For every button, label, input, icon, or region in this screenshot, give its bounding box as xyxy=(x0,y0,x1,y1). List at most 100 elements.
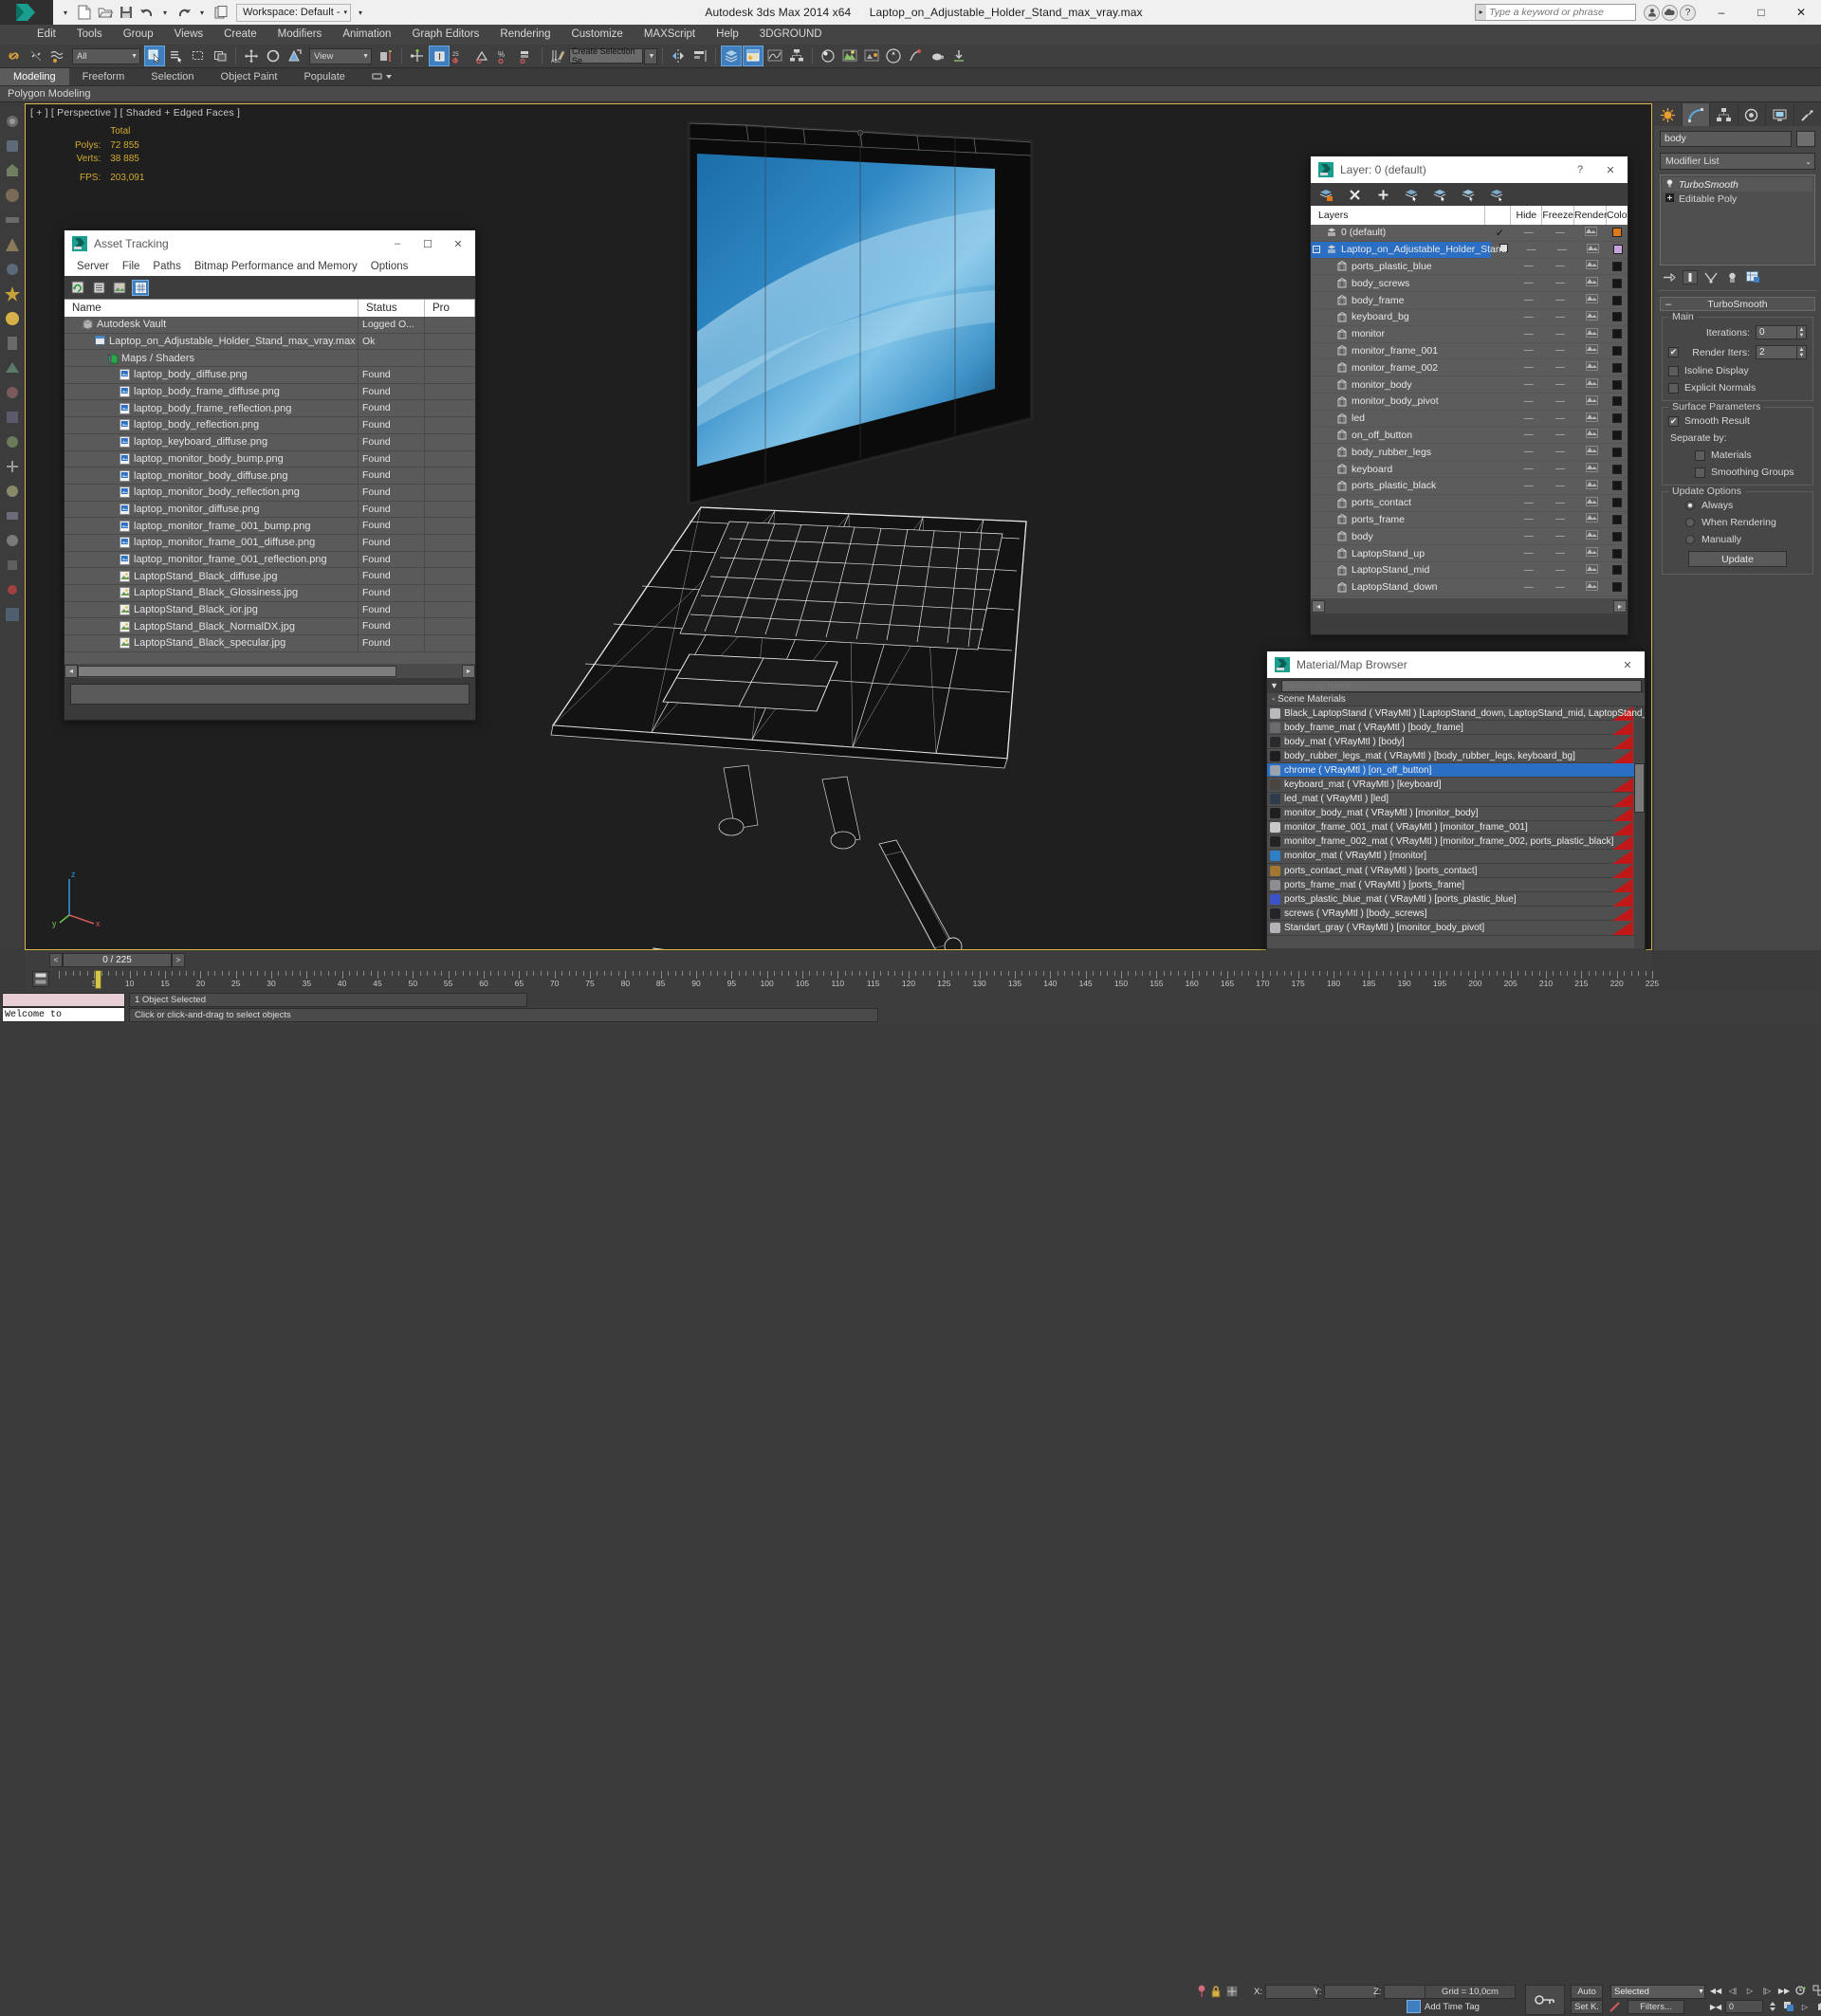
asset-name-cell[interactable]: laptop_monitor_frame_001_bump.png xyxy=(64,518,359,534)
key-mode-toggle-icon[interactable]: ▶◀ xyxy=(1709,2000,1722,2013)
asset-row[interactable]: laptop_body_frame_reflection.pngFound xyxy=(64,400,475,417)
pin-stack-icon[interactable] xyxy=(1662,270,1677,284)
tool-icon-21[interactable] xyxy=(4,606,21,623)
column-progress[interactable]: Pro xyxy=(425,300,475,317)
asset-row[interactable]: laptop_monitor_frame_001_diffuse.pngFoun… xyxy=(64,535,475,552)
layer-row[interactable]: body_screws—— xyxy=(1311,275,1628,292)
object-name-field[interactable]: body xyxy=(1660,131,1792,147)
select-and-manipulate-icon[interactable] xyxy=(407,46,428,66)
layer-hide-cell[interactable]: — xyxy=(1513,396,1544,407)
mirror-icon[interactable] xyxy=(668,46,689,66)
layer-row[interactable]: body_frame—— xyxy=(1311,292,1628,309)
asset-row[interactable]: laptop_monitor_body_bump.pngFound xyxy=(64,451,475,468)
asset-name-cell[interactable]: LaptopStand_Black_Glossiness.jpg xyxy=(64,585,359,601)
layer-freeze-cell[interactable]: — xyxy=(1544,261,1575,271)
layer-color-cell[interactable] xyxy=(1608,329,1628,339)
turbosmooth-rollout-header[interactable]: – TurboSmooth xyxy=(1660,297,1815,311)
layer-row[interactable]: LaptopStand_down—— xyxy=(1311,579,1628,596)
layer-row[interactable]: 0 (default)✓—— xyxy=(1311,225,1628,242)
bind-space-warp-icon[interactable] xyxy=(47,46,68,66)
menu-item-rendering[interactable]: Rendering xyxy=(489,25,561,45)
layer-hide-cell[interactable]: — xyxy=(1517,245,1547,255)
menu-item-customize[interactable]: Customize xyxy=(561,25,633,45)
asset-row[interactable]: laptop_body_frame_diffuse.pngFound xyxy=(64,384,475,401)
render-teapot-icon[interactable] xyxy=(927,46,947,66)
add-layer-icon[interactable] xyxy=(1375,187,1391,203)
layer-render-cell[interactable] xyxy=(1575,260,1607,272)
tool-icon-14[interactable] xyxy=(4,433,21,450)
minimize-button[interactable]: – xyxy=(1701,0,1741,25)
goto-end-icon[interactable]: ▶▶ xyxy=(1777,1984,1791,1997)
layer-name-cell[interactable]: body xyxy=(1311,528,1487,544)
collapse-icon[interactable]: – xyxy=(1313,246,1320,253)
layer-name-cell[interactable]: body_screws xyxy=(1311,275,1487,291)
layer-row[interactable]: body—— xyxy=(1311,528,1628,545)
layer-hide-cell[interactable]: — xyxy=(1513,464,1544,474)
layer-render-cell[interactable] xyxy=(1575,446,1607,458)
asset-menu-paths[interactable]: Paths xyxy=(146,261,187,272)
material-row[interactable]: body_rubber_legs_mat ( VRayMtl ) [body_r… xyxy=(1267,749,1645,763)
smooth-result-checkbox[interactable]: ✔ xyxy=(1668,416,1679,427)
material-row[interactable]: monitor_mat ( VRayMtl ) [monitor] xyxy=(1267,850,1645,864)
search-box[interactable]: ▸ xyxy=(1475,4,1636,21)
select-object-icon[interactable] xyxy=(144,46,165,66)
hscroll-thumb[interactable] xyxy=(78,666,396,677)
select-and-rotate-icon[interactable] xyxy=(263,46,284,66)
layer-hide-cell[interactable]: — xyxy=(1513,582,1544,593)
layer-freeze-cell[interactable]: — xyxy=(1544,514,1575,524)
object-color-swatch[interactable] xyxy=(1796,131,1815,147)
create-new-layer-icon[interactable] xyxy=(1318,187,1334,203)
asset-menu-bitmap-performance-and-memory[interactable]: Bitmap Performance and Memory xyxy=(188,261,364,272)
asset-name-cell[interactable]: LaptopStand_Black_ior.jpg xyxy=(64,602,359,618)
asset-name-cell[interactable]: laptop_body_diffuse.png xyxy=(64,367,359,383)
layer-render-cell[interactable] xyxy=(1575,328,1607,340)
tool-icon-20[interactable] xyxy=(4,581,21,598)
layer-freeze-cell[interactable]: — xyxy=(1544,582,1575,593)
render-iters-stepper[interactable]: ▲▼ xyxy=(1797,345,1807,359)
layer-row[interactable]: body_rubber_legs—— xyxy=(1311,444,1628,461)
asset-row[interactable]: laptop_monitor_body_reflection.pngFound xyxy=(64,485,475,502)
layer-color-cell[interactable] xyxy=(1608,582,1628,592)
named-selection-dropdown[interactable]: ▼ xyxy=(644,48,657,64)
layer-color-cell[interactable] xyxy=(1608,245,1628,254)
column-name[interactable]: Name xyxy=(64,300,359,317)
layer-render-cell[interactable] xyxy=(1575,378,1607,391)
material-row[interactable]: body_mat ( VRayMtl ) [body] xyxy=(1267,735,1645,749)
layer-color-cell[interactable] xyxy=(1608,413,1628,423)
asset-row[interactable]: Autodesk VaultLogged O... xyxy=(64,317,475,334)
qat-overflow-icon[interactable]: ▾ xyxy=(354,9,367,17)
layer-list[interactable]: 0 (default)✓——–Laptop_on_Adjustable_Hold… xyxy=(1311,225,1628,598)
layer-name-cell[interactable]: ports_frame xyxy=(1311,512,1487,528)
tab-hierarchy[interactable] xyxy=(1710,103,1738,126)
layer-render-cell[interactable] xyxy=(1575,227,1607,239)
modifier-list-dropdown[interactable]: Modifier List ⌄ xyxy=(1660,153,1815,170)
layer-hide-cell[interactable]: — xyxy=(1513,413,1544,424)
rectangular-selection-region-icon[interactable] xyxy=(188,46,209,66)
layer-freeze-cell[interactable]: — xyxy=(1544,329,1575,339)
asset-row[interactable]: laptop_body_diffuse.pngFound xyxy=(64,367,475,384)
y-coordinate[interactable]: Y: xyxy=(1314,1985,1377,1999)
scroll-right-icon[interactable]: ▸ xyxy=(462,665,475,678)
material-row[interactable]: chrome ( VRayMtl ) [on_off_button] xyxy=(1267,763,1645,778)
layer-freeze-cell[interactable]: — xyxy=(1544,345,1575,356)
layer-freeze-cell[interactable]: — xyxy=(1544,278,1575,288)
iterations-value[interactable]: 0 xyxy=(1756,325,1797,339)
asset-name-cell[interactable]: laptop_monitor_body_bump.png xyxy=(64,451,359,467)
layer-render-cell[interactable] xyxy=(1575,513,1607,525)
layer-row[interactable]: keyboard_bg—— xyxy=(1311,309,1628,326)
time-tag-icon[interactable] xyxy=(1407,2000,1421,2013)
menu-item-group[interactable]: Group xyxy=(113,25,164,45)
tab-create[interactable] xyxy=(1654,103,1683,126)
layer-color-cell[interactable] xyxy=(1608,481,1628,490)
modifier-stack-item[interactable]: TurboSmooth xyxy=(1663,177,1812,192)
filter-dropdown-icon[interactable]: ▼ xyxy=(1270,681,1278,690)
asset-row[interactable]: Laptop_on_Adjustable_Holder_Stand_max_vr… xyxy=(64,334,475,351)
prev-frame-icon[interactable]: < xyxy=(49,953,63,967)
grid-view-icon[interactable] xyxy=(132,280,149,296)
layer-name-cell[interactable]: monitor_body xyxy=(1311,376,1487,393)
set-key-filters-icon[interactable] xyxy=(1782,2000,1795,2013)
layer-dialog[interactable]: Layer: 0 (default) ? ✕ xyxy=(1310,156,1628,635)
asset-name-cell[interactable]: laptop_monitor_diffuse.png xyxy=(64,502,359,518)
layer-render-cell[interactable] xyxy=(1575,294,1607,306)
layer-hide-cell[interactable]: — xyxy=(1513,498,1544,508)
